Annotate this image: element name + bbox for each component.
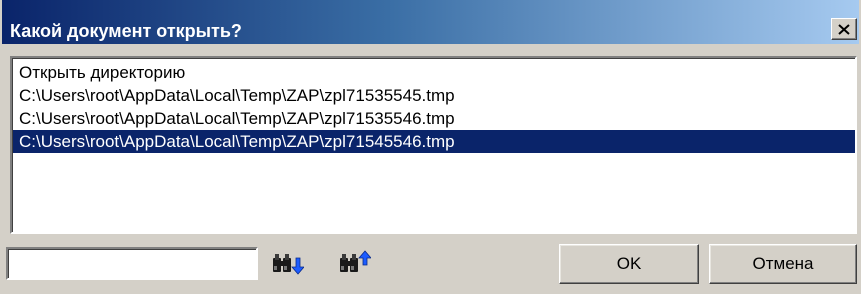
cancel-button[interactable]: Отмена xyxy=(709,244,857,284)
search-input[interactable] xyxy=(6,247,258,280)
ok-button[interactable]: OK xyxy=(559,244,699,284)
bottom-toolbar: OK Отмена xyxy=(0,236,861,294)
close-icon xyxy=(838,23,850,35)
open-document-dialog: Какой документ открыть? Открыть директор… xyxy=(0,0,861,294)
dialog-title: Какой документ открыть? xyxy=(10,21,242,41)
title-bar[interactable]: Какой документ открыть? xyxy=(2,0,859,44)
list-item-open-directory[interactable]: Открыть директорию xyxy=(13,61,855,84)
close-button[interactable] xyxy=(831,18,857,40)
binoculars-up-icon xyxy=(340,250,371,272)
find-previous-button[interactable] xyxy=(337,250,371,278)
list-item-file-3-selected[interactable]: C:\Users\root\AppData\Local\Temp\ZAP\zpl… xyxy=(13,130,855,153)
list-item-file-1[interactable]: C:\Users\root\AppData\Local\Temp\ZAP\zpl… xyxy=(13,84,855,107)
find-next-button[interactable] xyxy=(270,250,304,278)
binoculars-down-icon xyxy=(273,254,304,275)
list-item-file-2[interactable]: C:\Users\root\AppData\Local\Temp\ZAP\zpl… xyxy=(13,107,855,130)
document-listbox[interactable]: Открыть директорию C:\Users\root\AppData… xyxy=(10,56,857,234)
